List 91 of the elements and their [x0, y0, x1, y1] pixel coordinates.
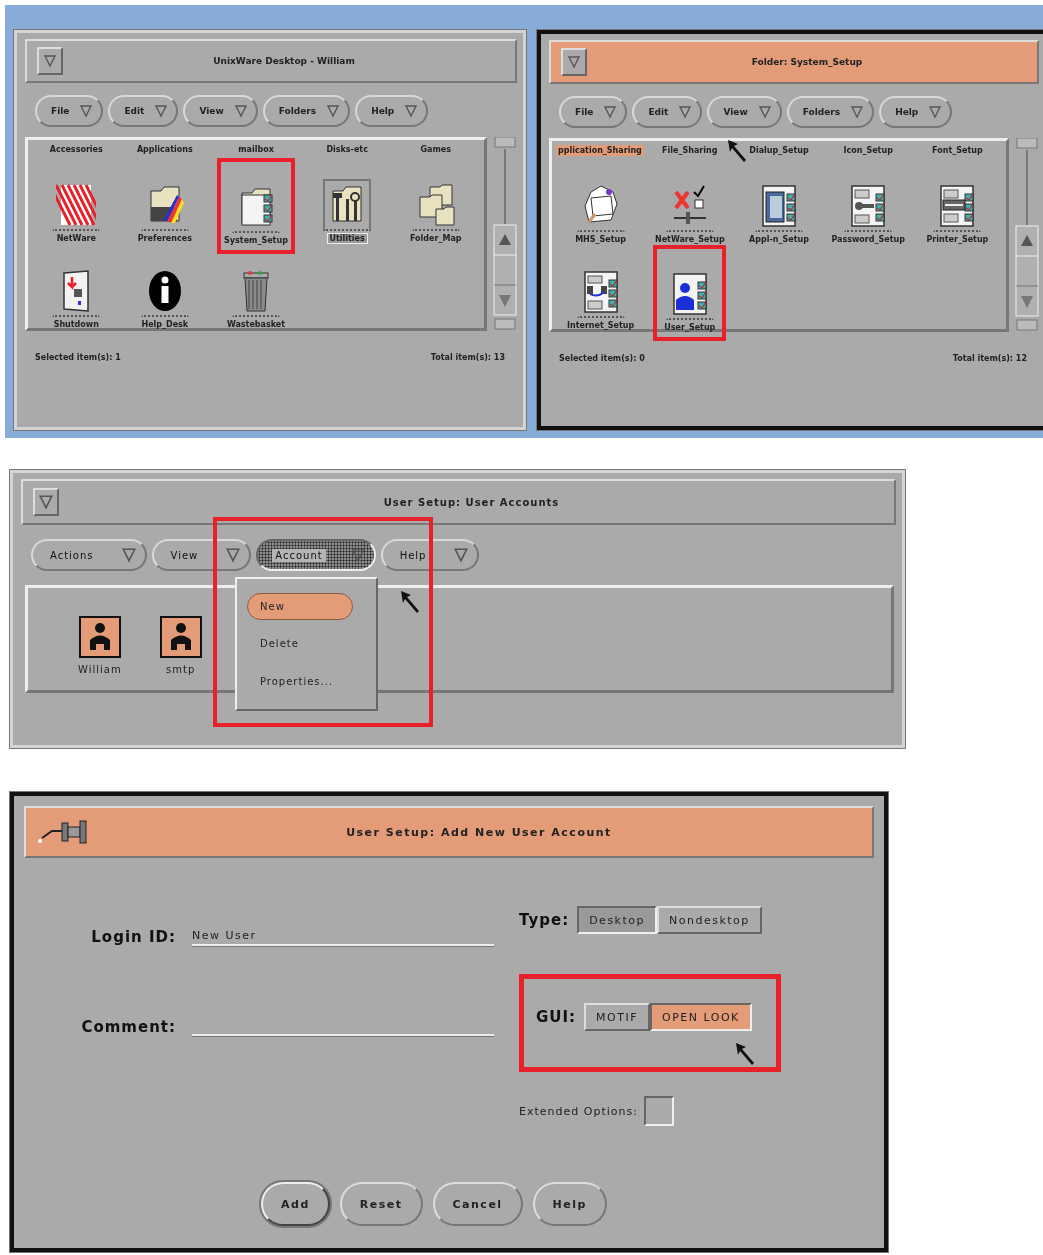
window-title: UnixWare Desktop - William: [212, 56, 356, 66]
menu-button[interactable]: Actions: [31, 539, 147, 571]
folder-label[interactable]: Disks-etc: [324, 144, 370, 155]
window-title: Folder: System_Setup: [750, 57, 864, 67]
folder-label[interactable]: Applications: [134, 144, 195, 155]
caret-icon: [928, 105, 943, 119]
menu-button[interactable]: File: [35, 95, 104, 127]
menu-button[interactable]: View: [183, 95, 258, 127]
folder-label[interactable]: Games: [418, 144, 453, 155]
server-icon[interactable]: [759, 184, 799, 228]
caret-icon: [326, 104, 341, 118]
folder-label[interactable]: pplication_Sharing: [556, 145, 644, 156]
icon-label[interactable]: MHS_Setup: [572, 234, 629, 245]
folder-label[interactable]: Accessories: [47, 144, 105, 155]
menu-button[interactable]: Folders: [786, 96, 875, 128]
menu-button[interactable]: Folders: [262, 95, 351, 127]
caret-icon: [567, 55, 581, 69]
user-label[interactable]: smtp: [166, 664, 196, 675]
caret-icon: [120, 547, 137, 563]
checkbox[interactable]: [643, 1096, 674, 1126]
status-text: Total item(s): 12: [952, 354, 1027, 363]
striped-card-icon[interactable]: [56, 183, 97, 227]
status-text: Selected item(s): 0: [559, 354, 645, 363]
segment-button[interactable]: MOTIF: [584, 1003, 651, 1031]
field-label: Type:: [519, 911, 570, 929]
folder-label[interactable]: Font_Setup: [930, 145, 985, 156]
menu-button[interactable]: Edit: [108, 95, 179, 127]
window-menu-button[interactable]: [561, 48, 587, 76]
caret-icon: [349, 547, 366, 563]
folder-label[interactable]: Dialup_Setup: [747, 145, 811, 156]
icon-label[interactable]: Shutdown: [50, 319, 102, 330]
caret-icon: [404, 104, 419, 118]
menu-item[interactable]: New: [247, 593, 353, 621]
user-icon[interactable]: [159, 616, 202, 658]
folder-label[interactable]: mailbox: [236, 144, 276, 155]
icon-label[interactable]: Password_Setup: [828, 234, 908, 245]
icon-label[interactable]: Printer_Setup: [923, 234, 992, 245]
caret-icon: [43, 54, 57, 68]
caret-icon: [233, 104, 248, 118]
menu-button[interactable]: Edit: [632, 96, 703, 128]
folder-label[interactable]: Icon_Setup: [841, 145, 895, 156]
icon-label[interactable]: Appl-n_Setup: [746, 234, 812, 245]
icon-label[interactable]: Help_Desk: [138, 319, 192, 330]
menu-item[interactable]: Properties...: [247, 667, 347, 695]
caret-icon: [38, 494, 54, 510]
icon-label[interactable]: User_Setup: [661, 322, 719, 333]
icon-label[interactable]: NetWare: [53, 233, 99, 244]
input-field[interactable]: New User: [192, 924, 494, 946]
icon-label[interactable]: Utilities: [326, 233, 368, 244]
menu-button[interactable]: View: [151, 539, 252, 571]
dialog-button[interactable]: Help: [532, 1182, 607, 1226]
caret-icon: [225, 547, 242, 563]
menu-button[interactable]: File: [559, 96, 628, 128]
segment-button[interactable]: Desktop: [577, 906, 657, 934]
window-title: User Setup: Add New User Account: [345, 825, 613, 839]
caret-icon: [850, 105, 865, 119]
icon-label[interactable]: System_Setup: [221, 235, 291, 246]
folder-label[interactable]: File_Sharing: [660, 145, 720, 156]
window-menu-button[interactable]: [33, 488, 59, 516]
icon-label[interactable]: Preferences: [134, 233, 195, 244]
menu-button[interactable]: Help: [355, 95, 429, 127]
segment-button[interactable]: OPEN LOOK: [650, 1003, 752, 1031]
icon-label[interactable]: Folder_Map: [406, 233, 465, 244]
dialog-button[interactable]: Reset: [339, 1182, 423, 1226]
window-title: User Setup: User Accounts: [382, 496, 561, 508]
menu-button[interactable]: Help: [380, 539, 480, 571]
status-text: Total item(s): 13: [430, 353, 505, 362]
caret-icon: [757, 105, 772, 119]
dialog-button[interactable]: Cancel: [432, 1182, 523, 1226]
menu-button[interactable]: View: [707, 96, 782, 128]
status-text: Selected item(s): 1: [35, 353, 121, 362]
dialog-button[interactable]: Add: [261, 1182, 330, 1226]
field-label: GUI:: [536, 1008, 577, 1026]
menu-button[interactable]: Account: [256, 539, 376, 571]
user-icon[interactable]: [78, 616, 121, 658]
menu-item[interactable]: Delete: [247, 630, 312, 658]
caret-icon: [453, 547, 470, 563]
icon-label[interactable]: NetWare_Setup: [651, 234, 728, 245]
caret-icon: [79, 104, 94, 118]
caret-icon: [678, 105, 693, 119]
segment-button[interactable]: Nondesktop: [657, 906, 762, 934]
checkbox-label: Extended Options:: [519, 1104, 638, 1118]
user-label[interactable]: William: [78, 664, 122, 675]
caret-icon: [154, 104, 169, 118]
menu-button[interactable]: Help: [879, 96, 953, 128]
window-menu-button[interactable]: [37, 47, 63, 75]
icon-label[interactable]: Internet_Setup: [563, 320, 638, 331]
field-label: Login ID:: [90, 928, 176, 946]
icon-label[interactable]: Wastebasket: [223, 319, 289, 330]
field-label: Comment:: [80, 1018, 176, 1036]
caret-icon: [603, 105, 618, 119]
